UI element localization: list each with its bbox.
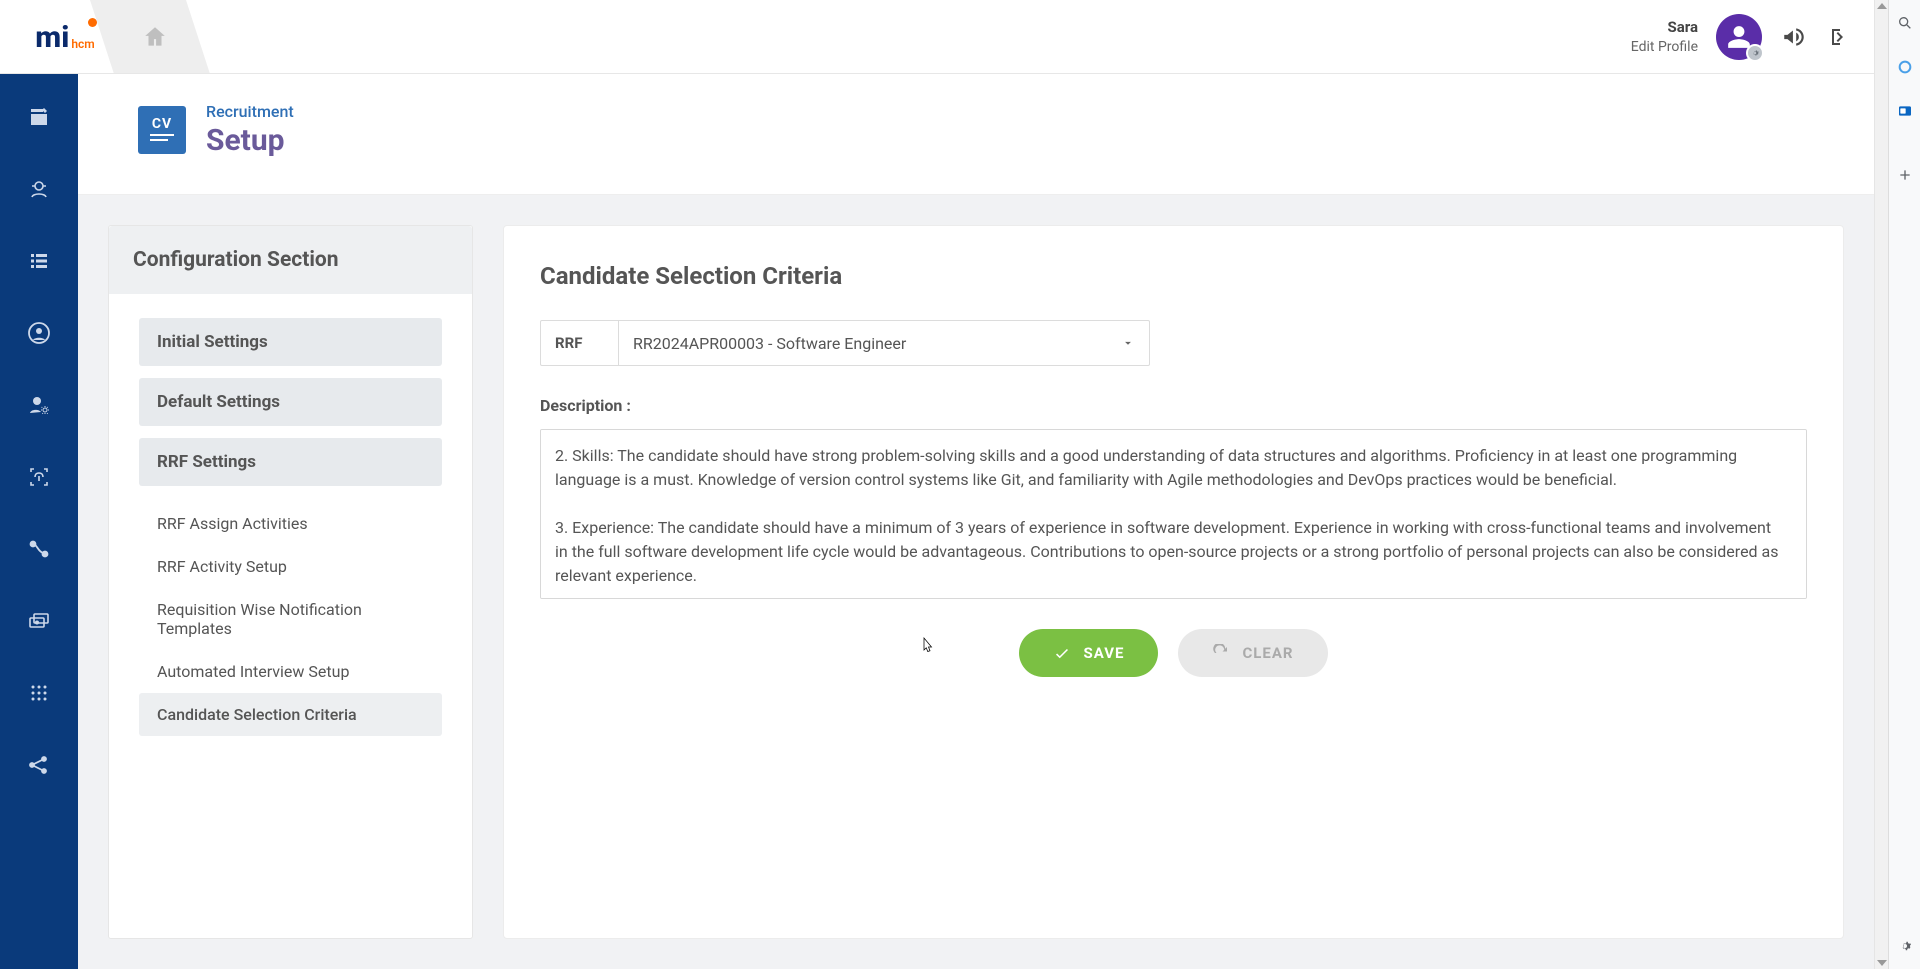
search-icon: [1897, 15, 1913, 31]
gear-icon: [1750, 48, 1760, 58]
gear-icon: [1897, 938, 1913, 954]
fingerprint-icon: [27, 465, 51, 489]
user-circle-icon: [27, 321, 51, 345]
nav-item-form[interactable]: [24, 102, 54, 132]
clear-button[interactable]: CLEAR: [1178, 629, 1327, 677]
config-tab-initial[interactable]: Initial Settings: [139, 318, 442, 366]
plus-icon: [1897, 167, 1913, 183]
config-panel: Configuration Section Initial Settings D…: [108, 225, 473, 939]
list-icon: [27, 249, 51, 273]
clear-button-label: CLEAR: [1242, 644, 1293, 662]
rrf-selected-value: RR2024APR00003 - Software Engineer: [633, 334, 906, 353]
nav-item-network[interactable]: [24, 750, 54, 780]
refresh-icon: [1212, 644, 1230, 662]
nav-item-scan[interactable]: [24, 462, 54, 492]
description-textarea[interactable]: [540, 429, 1807, 599]
nav-item-workflow[interactable]: [24, 534, 54, 564]
main-area: CV Recruitment Setup Configuration Secti…: [78, 74, 1874, 969]
description-label: Description :: [540, 396, 1807, 415]
brand-logo[interactable]: mihcm: [20, 20, 110, 55]
config-tab-rrf[interactable]: RRF Settings: [139, 438, 442, 486]
config-tab-default[interactable]: Default Settings: [139, 378, 442, 426]
nav-item-list[interactable]: [24, 246, 54, 276]
ext-copilot[interactable]: [1897, 59, 1913, 75]
support-icon: [27, 177, 51, 201]
header-right: Sara Edit Profile: [1631, 14, 1854, 60]
save-button-label: SAVE: [1083, 644, 1124, 662]
page-header-icon: CV: [138, 106, 186, 154]
ext-search[interactable]: [1897, 15, 1913, 31]
config-sub-item[interactable]: RRF Activity Setup: [139, 545, 442, 588]
outlook-icon: [1897, 103, 1913, 119]
config-sub-item[interactable]: Candidate Selection Criteria: [139, 693, 442, 736]
config-sub-item[interactable]: Automated Interview Setup: [139, 650, 442, 693]
config-sub-item[interactable]: RRF Assign Activities: [139, 502, 442, 545]
rrf-select-row: RRF RR2024APR00003 - Software Engineer: [540, 320, 1150, 366]
home-button[interactable]: [110, 0, 200, 74]
browser-extension-rail: [1888, 0, 1920, 969]
check-icon: [1053, 644, 1071, 662]
logout-icon: [1828, 25, 1852, 49]
grid-icon: [27, 681, 51, 705]
edit-profile-link[interactable]: Edit Profile: [1631, 38, 1698, 58]
user-gear-icon: [27, 393, 51, 417]
app-scrollbar[interactable]: [1874, 0, 1888, 969]
chevron-down-icon: [1121, 336, 1135, 350]
page-header-text: Recruitment Setup: [206, 102, 294, 158]
ext-outlook[interactable]: [1897, 103, 1913, 119]
page-icon-text: CV: [152, 116, 172, 132]
copilot-icon: [1897, 59, 1913, 75]
megaphone-icon: [1781, 24, 1807, 50]
nav-item-finance[interactable]: [24, 606, 54, 636]
save-button[interactable]: SAVE: [1019, 629, 1158, 677]
breadcrumb[interactable]: Recruitment: [206, 102, 294, 121]
rrf-field-label: RRF: [541, 321, 619, 365]
nav-item-support[interactable]: [24, 174, 54, 204]
app-header: mihcm Sara Edit Profile: [0, 0, 1874, 74]
money-icon: [27, 609, 51, 633]
nav-item-grid[interactable]: [24, 678, 54, 708]
avatar-button[interactable]: [1716, 14, 1762, 60]
page-title: Setup: [206, 123, 294, 158]
rrf-select[interactable]: RR2024APR00003 - Software Engineer: [619, 321, 1149, 365]
form-card: Candidate Selection Criteria RRF RR2024A…: [503, 225, 1844, 939]
nav-item-user-settings[interactable]: [24, 390, 54, 420]
header-left: mihcm: [20, 0, 200, 74]
home-icon: [142, 24, 168, 50]
config-heading: Configuration Section: [109, 226, 472, 294]
ext-add[interactable]: [1897, 167, 1913, 183]
page-header: CV Recruitment Setup: [78, 74, 1874, 195]
workflow-icon: [27, 537, 51, 561]
ext-settings[interactable]: [1897, 938, 1913, 954]
network-icon: [27, 753, 51, 777]
nav-item-profile[interactable]: [24, 318, 54, 348]
announcements-button[interactable]: [1780, 23, 1808, 51]
config-sub-item[interactable]: Requisition Wise Notification Templates: [139, 588, 442, 650]
side-nav: [0, 74, 78, 969]
user-info[interactable]: Sara Edit Profile: [1631, 17, 1698, 58]
document-edit-icon: [27, 105, 51, 129]
form-title: Candidate Selection Criteria: [540, 262, 1807, 290]
user-name: Sara: [1631, 17, 1698, 38]
avatar-settings-badge[interactable]: [1746, 44, 1764, 62]
logout-button[interactable]: [1826, 23, 1854, 51]
document-lines-icon: [147, 132, 177, 144]
